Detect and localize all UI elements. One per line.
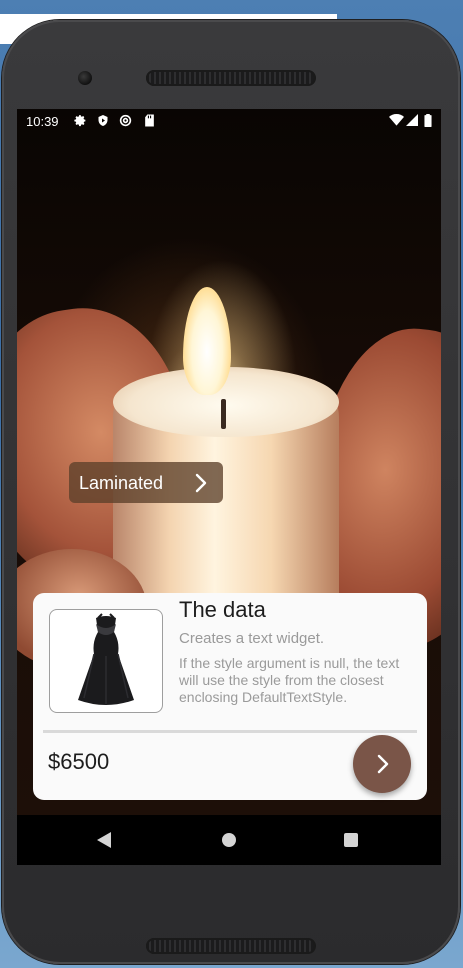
shield-icon	[97, 114, 109, 130]
product-card[interactable]: The data Creates a text widget. If the s…	[33, 593, 427, 800]
candle-wick	[221, 399, 226, 429]
navigation-bar	[17, 815, 441, 865]
card-title: The data	[179, 597, 266, 622]
back-icon[interactable]	[97, 832, 111, 848]
signal-icon	[406, 114, 418, 129]
top-speaker-grille	[146, 70, 316, 86]
card-subtitle: Creates a text widget.	[179, 630, 325, 647]
home-icon[interactable]	[222, 833, 236, 847]
phone-screen: 10:39 Laminated The data Creates a text …	[17, 109, 441, 865]
wifi-icon	[389, 114, 404, 129]
price-label: $6500	[48, 749, 110, 774]
battery-icon	[424, 114, 432, 130]
bottom-speaker-grille	[146, 938, 316, 954]
recents-icon[interactable]	[344, 833, 358, 847]
chip-label: Laminated	[79, 473, 164, 493]
product-image	[49, 609, 163, 713]
card-divider	[43, 730, 417, 733]
at-icon	[119, 114, 132, 130]
sd-card-icon	[144, 114, 155, 130]
laminated-chip[interactable]: Laminated	[69, 462, 223, 503]
front-camera	[78, 71, 92, 85]
status-time: 10:39	[26, 114, 59, 129]
next-button[interactable]	[353, 735, 411, 793]
card-description: If the style argument is null, the text …	[179, 655, 400, 705]
gear-icon	[74, 114, 87, 130]
status-bar: 10:39	[17, 109, 441, 135]
dress-icon	[78, 613, 134, 705]
chevron-right-icon	[191, 473, 211, 493]
